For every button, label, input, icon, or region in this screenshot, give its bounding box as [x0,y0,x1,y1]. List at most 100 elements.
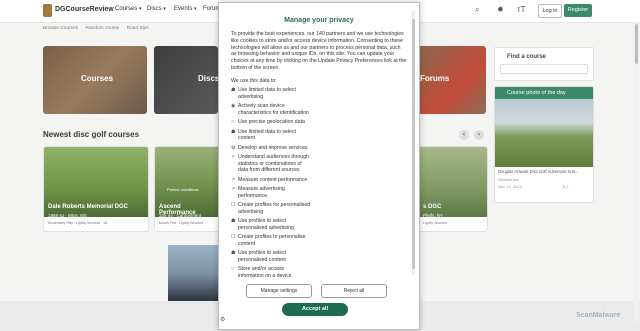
accept-all-button[interactable]: Accept all [282,303,348,316]
privacy-lead: We use this data to: [231,77,277,84]
tile-forums[interactable]: Forums [418,46,486,114]
login-button[interactable]: Log in [538,4,562,18]
privacy-scrollbar[interactable] [412,11,415,275]
purpose-item: ☗ Use limited data to select content [231,129,311,143]
purpose-item: ✧ Understand audiences through statistics… [231,154,311,174]
purpose-icon: ⚙ [231,144,236,151]
nav-events[interactable]: Events ▾ [174,6,197,12]
purpose-icon: ○ [231,119,235,126]
photo-of-day-title: Course photo of the day [495,87,593,99]
site-logo[interactable] [43,4,52,17]
purpose-text: Measure advertising performance [238,185,285,199]
carousel-prev-button[interactable]: ‹ [459,130,469,140]
photo-meta: Dec 12, 2024 5 2 [498,184,569,189]
privacy-intro: To provide the best experiences, our 140… [231,31,407,71]
purpose-icon: ☗ [231,249,236,256]
privacy-scrollbar-thumb[interactable] [412,19,415,269]
purpose-item: ☗ Use profiles to select personalised con… [231,250,311,264]
purpose-text: Use limited data to select advertising [238,87,296,100]
newest-courses-title: Newest disc golf courses [43,130,140,139]
course-card-3-name: s DGC [423,204,442,210]
course-card-2-location: 335 mi · Cantonment [159,213,202,218]
search-icon[interactable]: ⌕ [475,5,479,15]
purpose-item: ○ Use precise geolocation data [231,119,311,126]
purpose-text: Use profiles to select personalised cont… [238,249,287,263]
purpose-item: ↗ Measure content performance [231,177,311,184]
scanmalware-watermark: ScanMalware [576,312,621,319]
course-card-1-name: Dale Roberts Memorial DGC [48,204,129,210]
purpose-icon: ☐ [231,201,236,208]
purpose-text: Use profiles to select personalised adve… [238,217,294,231]
course-card-2-tags: Mostly Flat · Lightly Wooded [159,221,204,225]
reject-all-button[interactable]: Reject all [321,284,387,298]
tile-discs[interactable]: Discs [154,46,218,114]
carousel-next-button[interactable]: › [474,130,484,140]
photo-date: Dec 12, 2024 [498,184,522,189]
course-card-3[interactable]: s DGC Pfeifs, NY Lightly Wooded [418,146,488,232]
tile-courses-label: Courses [81,74,114,83]
course-card-1[interactable]: Dale Roberts Memorial DGC 1869 sq · Mtns… [43,146,149,232]
purpose-text: Create profiles to personalise content [238,233,306,247]
photo-of-day: Course photo of the day Douglas Artwork … [494,86,594,203]
manage-settings-button[interactable]: Manage settings [246,284,312,298]
photo-comments: 2 [566,184,569,189]
course-card-2-status: Perfect conditions [167,187,199,192]
find-course-input[interactable] [500,64,588,74]
tile-courses[interactable]: Courses [43,46,147,114]
nav-discs[interactable]: Discs ▾ [147,6,166,12]
find-course-box: Find a course [494,47,594,81]
purpose-icon: ☐ [231,233,236,240]
page-scrollbar[interactable] [634,22,639,322]
course-card-3-location: Pfeifs, NY [423,213,444,218]
purpose-icon: ☗ [231,128,236,135]
text-size-icon[interactable]: ᴛT [517,5,526,14]
tile-discs-label: Discs [198,74,218,83]
purpose-item: ☐ Create profiles for personalised advert… [231,202,311,216]
photo-caption[interactable]: Douglas Artwork Disc Golf Adventure in B… [498,169,579,174]
purpose-text: Actively scan device characteristics for… [238,103,309,116]
purpose-icon: ◉ [231,103,236,110]
purpose-icon: ○ [231,265,235,272]
purpose-text: Create profiles for personalised adverti… [238,201,311,215]
course-card-3-tags: Lightly Wooded [423,221,448,225]
photo-of-day-image[interactable] [495,99,593,167]
purpose-text: Store and/or access information on a dev… [238,265,292,279]
nav-courses[interactable]: Courses ▾ [115,6,142,12]
course-card-2[interactable]: Perfect conditions Ascend Performance 33… [154,146,220,232]
breadcrumb-road-trips[interactable]: Road trips [127,26,149,31]
purpose-item: ☗ Use limited data to select advertising [231,87,311,101]
purpose-list: ☗ Use limited data to select advertising ◉… [231,87,407,279]
purpose-text: Use precise geolocation data [238,119,305,126]
lower-image [168,245,220,301]
purpose-item: ☐ Create profiles to personalise content [231,234,311,248]
privacy-title: Manage your privacy [284,17,354,24]
breadcrumb-browse-courses[interactable]: Browse Courses [43,26,78,31]
course-card-1-location: 1869 sq · Mtns, MS [48,213,88,218]
privacy-settings-gear-icon[interactable]: ⚙ [220,316,225,323]
purpose-icon: ↗ [231,185,236,192]
purpose-icon: ☗ [231,217,236,224]
purpose-text: Use limited data to select content [238,128,296,142]
purpose-text: Develop and improve services [238,144,308,151]
page-scrollbar-thumb[interactable] [635,24,638,64]
brand-name[interactable]: DGCourseReview [55,6,114,13]
privacy-body: To provide the best experiences, our 140… [231,31,407,282]
purpose-item: ⚙ Develop and improve services [231,145,311,152]
register-button[interactable]: Register [564,4,592,17]
purpose-item: ◉ Actively scan device characteristics fo… [231,103,311,117]
breadcrumb: Browse Courses Random course Road trips [43,26,155,31]
privacy-dialog: Manage your privacy To provide the best … [218,2,420,330]
theme-toggle-icon[interactable]: ✹ [497,5,504,14]
purpose-icon: ☗ [231,87,236,94]
purpose-icon: ✧ [231,153,236,160]
photo-user[interactable]: Slimestrobe [498,177,519,182]
course-card-1-tags: Moderately Hilly · Lightly Wooded · 18 [48,221,108,225]
photo-likes: 5 [562,184,566,189]
purpose-item: ↗ Measure advertising performance [231,186,311,200]
purpose-text: Measure content performance [238,176,308,183]
breadcrumb-random-course[interactable]: Random course [86,26,120,31]
purpose-icon: ↗ [231,176,236,183]
purpose-item: ☗ Use profiles to select personalised adv… [231,218,311,232]
tile-forums-label: Forums [420,74,450,83]
find-course-title: Find a course [507,54,547,60]
